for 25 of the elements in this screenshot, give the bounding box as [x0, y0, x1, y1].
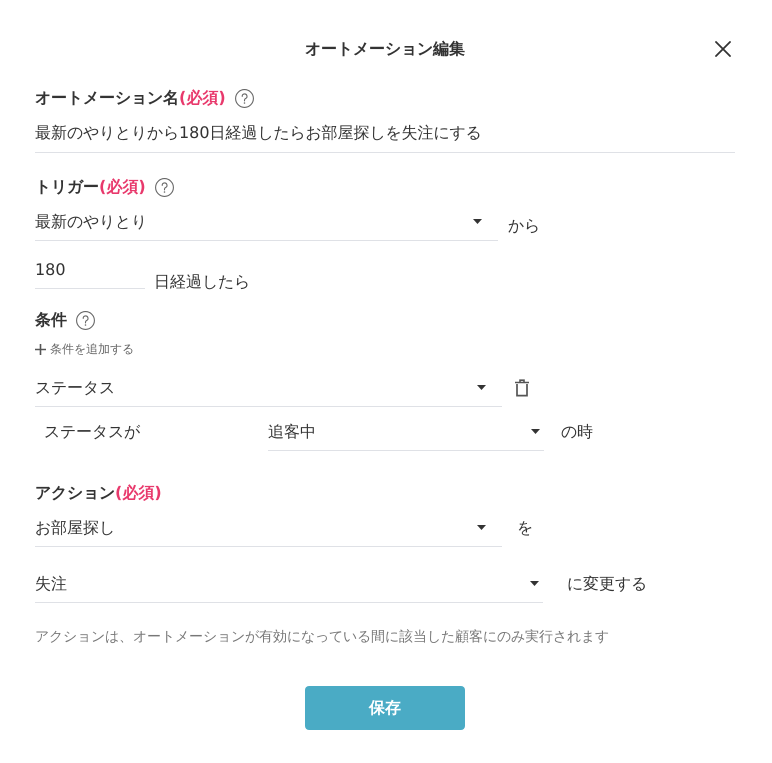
field-label: 条件	[35, 309, 67, 331]
connector-text: の時	[561, 421, 593, 443]
required-mark: (必須)	[115, 482, 162, 504]
dialog-title: オートメーション編集	[304, 38, 466, 60]
field-label: トリガー	[35, 176, 99, 198]
help-note: アクションは、オートメーションが有効になっている間に該当した顧客にのみ実行されます	[35, 628, 610, 647]
close-icon	[715, 41, 731, 57]
caret-icon	[477, 385, 486, 390]
field-label: オートメーション名	[35, 87, 179, 109]
connector-text: 日経過したら	[154, 271, 250, 293]
plus-icon	[35, 344, 46, 354]
caret-icon	[531, 429, 540, 434]
connector-text: から	[508, 215, 540, 237]
trash-icon	[515, 379, 529, 397]
caret-icon	[530, 581, 539, 586]
delete-button[interactable]	[515, 379, 529, 397]
required-mark: (必須)	[99, 176, 146, 198]
caret-icon	[477, 525, 486, 530]
condition-label: ステータスが	[44, 421, 142, 443]
caret-icon	[473, 219, 482, 224]
required-mark: (必須)	[179, 87, 226, 109]
field-label: アクション	[35, 482, 115, 504]
add-condition-link[interactable]: 条件を追加する	[35, 340, 134, 358]
connector-text: に変更する	[567, 573, 647, 595]
connector-text: を	[517, 517, 533, 539]
